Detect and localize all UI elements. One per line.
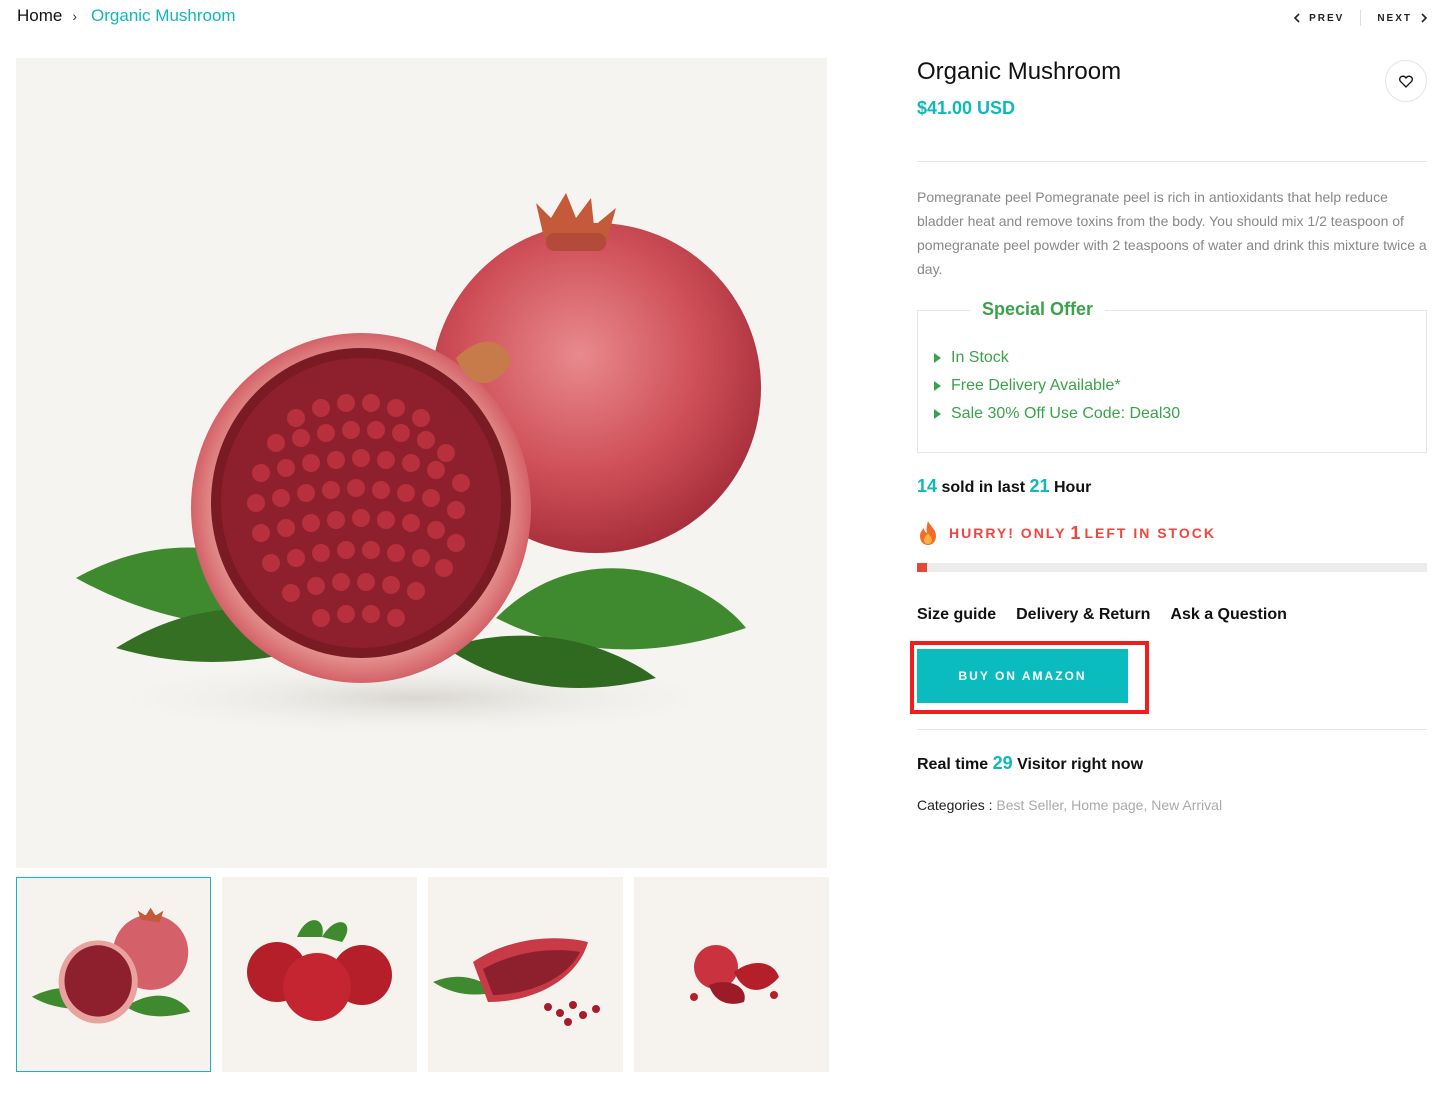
sold-hour-label: Hour <box>1054 479 1092 496</box>
visitors-count: 29 <box>992 753 1013 773</box>
pomegranate-thumb-image <box>31 907 191 1024</box>
divider <box>917 161 1427 162</box>
offer-item: Free Delivery Available* <box>934 372 1180 400</box>
stock-suffix: LEFT IN STOCK <box>1084 525 1216 541</box>
breadcrumb: Home › Organic Mushroom <box>17 6 236 26</box>
category-link[interactable]: Home page, <box>1071 797 1147 813</box>
pager-divider <box>1360 10 1362 26</box>
stock-progress-bar <box>917 563 1427 572</box>
product-info: Organic Mushroom $41.00 USD Pomegranate … <box>910 56 1427 813</box>
pomegranate-pieces-thumb-image <box>690 945 779 1004</box>
wishlist-button[interactable] <box>1385 60 1427 102</box>
offer-item: In Stock <box>934 344 1180 372</box>
breadcrumb-current[interactable]: Organic Mushroom <box>91 6 236 26</box>
thumbnail-3[interactable] <box>428 877 623 1072</box>
triangle-right-icon <box>934 381 941 391</box>
breadcrumb-home[interactable]: Home <box>17 6 62 26</box>
stock-alert: HURRY! ONLY 1 LEFT IN STOCK <box>917 520 1216 546</box>
stock-count: 1 <box>1070 522 1081 543</box>
category-link[interactable]: Best Seller, <box>996 797 1067 813</box>
product-pager: PREV NEXT <box>1293 10 1428 26</box>
category-link[interactable]: New Arrival <box>1151 797 1222 813</box>
triangle-right-icon <box>934 409 941 419</box>
heart-icon <box>1399 75 1413 88</box>
prev-label: PREV <box>1309 12 1345 24</box>
visitors-suffix: Visitor right now <box>1017 756 1144 773</box>
visitors-prefix: Real time <box>917 756 989 773</box>
pomegranate-seeds-thumb-image <box>433 938 600 1026</box>
pomegranate-image <box>76 193 761 738</box>
chevron-right-icon: › <box>72 8 78 24</box>
ask-question-link[interactable]: Ask a Question <box>1170 606 1286 624</box>
size-guide-link[interactable]: Size guide <box>917 606 996 624</box>
main-product-image[interactable] <box>16 58 827 868</box>
fire-icon <box>920 521 936 545</box>
categories: Categories : Best Seller, Home page, New… <box>917 797 1222 813</box>
prev-button[interactable]: PREV <box>1293 13 1344 24</box>
divider <box>917 729 1427 730</box>
categories-label: Categories : <box>917 797 993 813</box>
thumbnail-gallery <box>16 877 829 1072</box>
sold-recently: 14 sold in last 21 Hour <box>917 476 1091 497</box>
offer-item-label: Sale 30% Off Use Code: Deal30 <box>951 405 1181 422</box>
special-offer-title: Special Offer <box>970 299 1106 320</box>
offer-item-label: Free Delivery Available* <box>951 377 1121 394</box>
sold-hours: 21 <box>1029 476 1050 496</box>
product-title: Organic Mushroom <box>917 58 1122 85</box>
next-button[interactable]: NEXT <box>1377 13 1428 24</box>
next-label: NEXT <box>1377 12 1412 24</box>
product-links: Size guide Delivery & Return Ask a Quest… <box>917 606 1287 624</box>
delivery-return-link[interactable]: Delivery & Return <box>1016 606 1150 624</box>
offer-item-label: In Stock <box>951 349 1009 366</box>
product-price: $41.00 USD <box>917 98 1016 118</box>
realtime-visitors: Real time 29 Visitor right now <box>917 753 1143 774</box>
thumbnail-1[interactable] <box>16 877 211 1072</box>
special-offer-box: Special Offer In Stock Free Delivery Ava… <box>917 299 1427 453</box>
sold-count: 14 <box>917 476 938 496</box>
thumbnail-2[interactable] <box>222 877 417 1072</box>
cranberries-thumb-image <box>247 920 392 1021</box>
stock-prefix: HURRY! ONLY <box>949 525 1067 541</box>
triangle-right-icon <box>934 353 941 363</box>
buy-on-amazon-button[interactable]: BUY ON AMAZON <box>917 649 1128 703</box>
sold-text: sold in last <box>941 479 1026 496</box>
thumbnail-4[interactable] <box>634 877 829 1072</box>
chevron-left-icon <box>1293 13 1300 23</box>
offer-item: Sale 30% Off Use Code: Deal30 <box>934 400 1180 428</box>
chevron-right-icon <box>1421 13 1428 23</box>
product-description: Pomegranate peel Pomegranate peel is ric… <box>917 189 1427 277</box>
stock-progress-fill <box>917 563 928 572</box>
